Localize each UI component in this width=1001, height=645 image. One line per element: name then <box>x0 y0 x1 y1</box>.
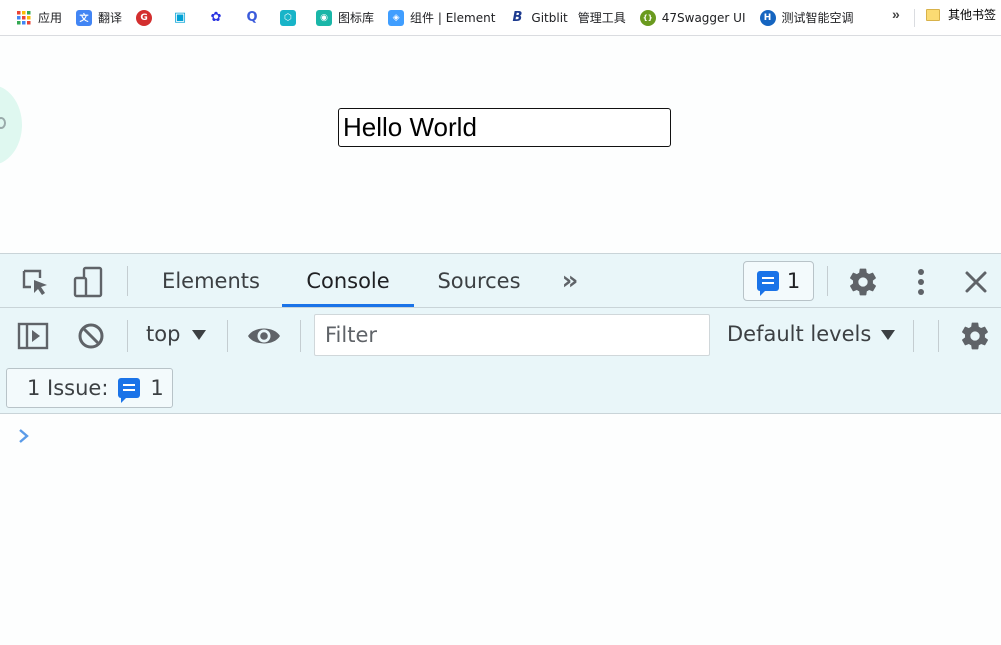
bookmark-item[interactable]: ◈ 组件 | Element <box>388 6 495 30</box>
bookmarks-divider <box>914 9 915 27</box>
bookmark-label: 图标库 <box>338 11 375 25</box>
context-selector[interactable]: top <box>146 322 207 346</box>
console-output[interactable] <box>0 414 1001 645</box>
bookmark-item[interactable]: H 测试智能空调 <box>759 6 854 30</box>
bookmark-label: 应用 <box>38 11 63 25</box>
page-content <box>0 37 1001 253</box>
other-bookmarks-folder[interactable]: 其他书签 <box>926 6 996 23</box>
inspect-element-icon[interactable] <box>18 266 52 298</box>
issue-label: 1 Issue: <box>27 376 109 400</box>
chevron-down-icon <box>881 330 896 340</box>
tab-console[interactable]: Console <box>282 254 414 307</box>
toolbar-divider <box>227 320 228 352</box>
devtools-tab-bar: Elements Console Sources » 1 <box>0 254 1001 308</box>
bilibili-icon: ▣ <box>173 10 187 25</box>
issues-count: 1 <box>786 269 801 293</box>
hex-logo-icon: ⬡ <box>280 9 297 26</box>
bookmark-label: 测试智能空调 <box>781 11 854 25</box>
folder-icon <box>926 8 940 21</box>
element-icon: ◈ <box>388 9 405 26</box>
bookmark-item[interactable]: 文翻译 <box>76 6 122 30</box>
chevron-down-icon <box>192 330 207 340</box>
toolbar-divider <box>127 320 128 352</box>
console-toolbar: top Default levels <box>0 308 1001 366</box>
issue-message-icon <box>756 271 779 296</box>
translate-icon: 文 <box>76 9 93 26</box>
bookmark-item[interactable]: {} 47Swagger UI <box>639 6 746 30</box>
bookmark-item[interactable]: B Gitblit <box>509 6 567 30</box>
console-prompt-chevron-icon <box>19 429 29 443</box>
search-circle-icon: Q <box>246 10 258 25</box>
log-levels-dropdown[interactable]: Default levels <box>727 322 896 346</box>
bookmark-item[interactable]: G <box>136 6 158 30</box>
bookmark-label: 管理工具 <box>577 11 626 25</box>
iconfont-icon: ◉ <box>316 9 333 26</box>
toolbar-divider <box>938 320 939 352</box>
clear-console-icon[interactable] <box>75 320 107 352</box>
console-sidebar-toggle-icon[interactable] <box>16 320 50 352</box>
bookmarks-bar: 应用文翻译 G ▣ ✿ Q ⬡ ◉ 图标库 ◈ 组件 | Element B Gitblit 管理工具 {… <box>0 0 1001 36</box>
close-icon[interactable] <box>960 266 992 298</box>
issue-message-icon <box>118 378 141 403</box>
tab-sources[interactable]: Sources <box>420 254 538 307</box>
issues-bar: 1 Issue: 1 <box>0 366 1001 414</box>
apps-grid-icon <box>16 10 32 26</box>
gitblit-icon: B <box>512 10 523 25</box>
baidu-paw-icon: ✿ <box>210 10 222 25</box>
toolbar-divider <box>827 266 828 296</box>
bookmark-item[interactable]: 应用 <box>16 6 62 30</box>
issues-counter-button[interactable]: 1 <box>743 261 814 301</box>
bookmark-item[interactable]: 管理工具 <box>578 6 626 30</box>
more-options-icon[interactable] <box>908 265 934 299</box>
device-toolbar-icon[interactable] <box>70 264 106 300</box>
bookmark-item[interactable]: ⬡ <box>280 6 302 30</box>
bookmark-label: 47Swagger UI <box>661 10 746 25</box>
bookmark-label: Gitblit <box>531 10 568 25</box>
bookmark-item[interactable]: ◉ 图标库 <box>316 6 374 30</box>
bookmark-item[interactable]: ▣ <box>172 6 194 30</box>
console-settings-gear-icon[interactable] <box>958 319 992 353</box>
active-tab-indicator <box>282 304 414 307</box>
bookmark-item[interactable]: ✿ <box>208 6 230 30</box>
settings-gear-icon[interactable] <box>846 265 880 299</box>
bookmark-item[interactable]: Q <box>244 6 266 30</box>
live-expression-eye-icon[interactable] <box>246 320 282 352</box>
hello-text-input[interactable] <box>338 108 671 147</box>
bookmarks-overflow-button[interactable]: » <box>892 6 900 22</box>
toolbar-divider <box>300 320 301 352</box>
issue-count: 1 <box>150 376 164 400</box>
bookmark-label: 组件 | Element <box>410 11 496 25</box>
more-tabs-button[interactable]: » <box>552 254 588 307</box>
console-filter-input[interactable] <box>314 314 710 356</box>
bookmark-label: 翻译 <box>98 11 123 25</box>
swagger-icon: {} <box>639 9 656 26</box>
g-logo-icon: G <box>136 9 153 26</box>
other-bookmarks-label: 其他书签 <box>948 8 997 22</box>
h-logo-icon: H <box>759 9 776 26</box>
tab-elements[interactable]: Elements <box>147 254 275 307</box>
toolbar-divider <box>127 266 128 296</box>
context-value: top <box>146 322 181 346</box>
log-levels-label: Default levels <box>727 322 872 346</box>
issues-summary-button[interactable]: 1 Issue: 1 <box>6 368 173 408</box>
toolbar-divider <box>913 320 914 352</box>
devtools-panel: Elements Console Sources » 1 top Filter … <box>0 253 1001 645</box>
